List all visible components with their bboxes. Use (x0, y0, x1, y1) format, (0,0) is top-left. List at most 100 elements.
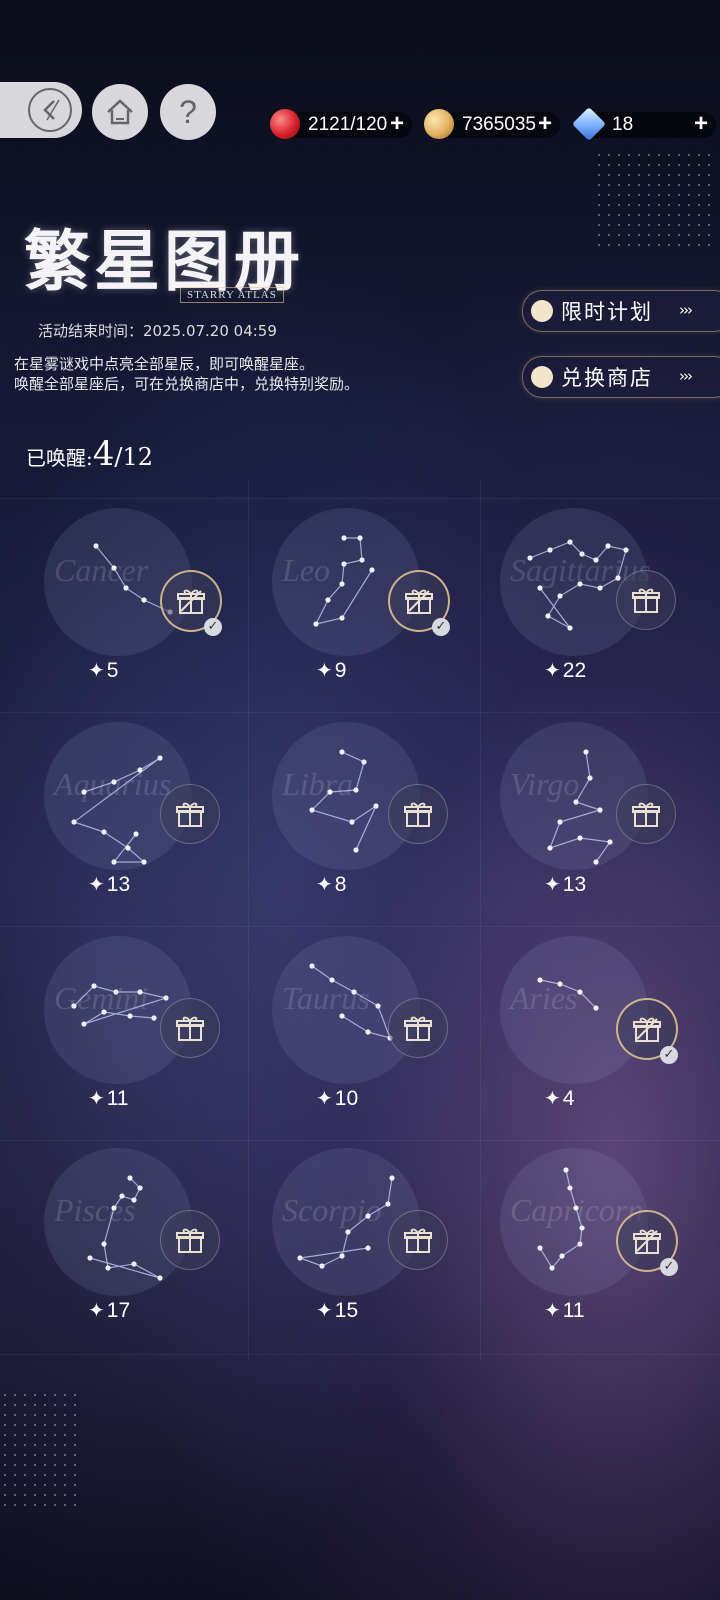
gem-value: 18 (612, 114, 634, 135)
star-point (137, 767, 143, 773)
star-point (339, 1253, 345, 1259)
star-point (341, 535, 347, 541)
star-point (113, 989, 119, 995)
constellation-card-sagittarius[interactable]: Sagittarius ✦22 (500, 508, 680, 708)
star-point (353, 847, 359, 853)
star-point (141, 597, 147, 603)
star-count: ✦11 (544, 1298, 585, 1323)
star-point (577, 1241, 583, 1247)
star-point (365, 1213, 371, 1219)
gift-icon (633, 1229, 661, 1254)
back-button[interactable] (0, 82, 82, 138)
constellation-card-capricorn[interactable]: Capricorn✓✦11 (500, 1148, 680, 1348)
star-point (345, 1229, 351, 1235)
gift-reward-button[interactable] (388, 998, 448, 1058)
constellation-card-aquarius[interactable]: Aquarius ✦13 (44, 722, 224, 922)
constellation-card-gemini[interactable]: Gemini ✦11 (44, 936, 224, 1136)
constellation-card-aries[interactable]: Aries ✓ ✦4 (500, 936, 680, 1136)
constellation-card-cancer[interactable]: Cancer ✓ ✦5 (44, 508, 224, 708)
star-point (557, 981, 563, 987)
star-point (365, 1029, 371, 1035)
awakened-current: 4 (92, 434, 115, 474)
claimed-check-icon: ✓ (660, 1046, 678, 1064)
constellation-card-taurus[interactable]: Taurus ✦10 (272, 936, 452, 1136)
constellation-card-pisces[interactable]: Pisces ✦17 (44, 1148, 224, 1348)
star-point (93, 543, 99, 549)
star-count-value: 9 (334, 659, 347, 682)
star-point (125, 845, 131, 851)
star-point (563, 1167, 569, 1173)
add-energy-button[interactable]: + (390, 111, 404, 137)
awakened-progress: 已唤醒:4/12 (26, 434, 153, 474)
star-point (127, 1175, 133, 1181)
shop-icon (531, 366, 553, 388)
star-point (361, 759, 367, 765)
add-coins-button[interactable]: + (538, 111, 552, 137)
gift-reward-button[interactable] (160, 784, 220, 844)
help-button[interactable]: ? (160, 84, 216, 140)
chevrons-icon: ››› (679, 301, 693, 319)
sparkle-icon: ✦ (88, 1300, 105, 1322)
star-count-value: 8 (334, 873, 347, 896)
exchange-shop-button[interactable]: 兑换商店 ››› (522, 356, 720, 398)
star-point (111, 1205, 117, 1211)
star-count: ✦10 (316, 1086, 358, 1111)
gift-icon (176, 802, 204, 827)
star-point (353, 787, 359, 793)
star-count: ✦13 (544, 872, 586, 897)
star-point (567, 1185, 573, 1191)
star-point (373, 803, 379, 809)
constellation-card-scorpio[interactable]: Scorpio ✦15 (272, 1148, 452, 1348)
constellation-card-leo[interactable]: Leo ✓ ✦9 (272, 508, 452, 708)
star-count: ✦13 (88, 872, 130, 897)
constellation-card-virgo[interactable]: Virgo ✦13 (500, 722, 680, 922)
gift-reward-button[interactable] (160, 1210, 220, 1270)
star-count-value: 17 (106, 1299, 131, 1322)
gift-reward-button[interactable] (616, 570, 676, 630)
gift-reward-button[interactable] (388, 1210, 448, 1270)
sparkle-icon: ✦ (544, 660, 561, 682)
gift-reward-button[interactable] (616, 784, 676, 844)
add-gems-button[interactable]: + (694, 111, 708, 137)
star-point (557, 593, 563, 599)
star-point (87, 1255, 93, 1261)
star-point (319, 1263, 325, 1269)
gift-reward-button[interactable] (388, 784, 448, 844)
limited-plan-button[interactable]: 限时计划 ››› (522, 290, 720, 332)
star-point (341, 561, 347, 567)
gift-reward-button[interactable] (160, 998, 220, 1058)
star-point (163, 995, 169, 1001)
star-point (597, 585, 603, 591)
star-point (297, 1255, 303, 1261)
coin-value: 7365035 (462, 114, 536, 135)
sparkle-icon: ✦ (88, 874, 105, 896)
star-point (157, 1275, 163, 1281)
star-point (131, 1261, 137, 1267)
coin-counter: 7365035 + (424, 109, 560, 139)
star-point (339, 581, 345, 587)
page-subtitle: STARRY ATLAS (180, 287, 284, 303)
sparkle-icon: ✦ (88, 1088, 105, 1110)
constellation-card-libra[interactable]: Libra ✦8 (272, 722, 452, 922)
gift-icon (404, 1016, 432, 1041)
star-point (349, 819, 355, 825)
star-point (137, 1185, 143, 1191)
star-point (351, 989, 357, 995)
limited-plan-label: 限时计划 (561, 300, 653, 324)
star-count: ✦15 (316, 1298, 358, 1323)
star-point (357, 535, 363, 541)
star-count: ✦8 (316, 872, 346, 897)
star-point (309, 963, 315, 969)
sparkle-icon: ✦ (544, 874, 561, 896)
gem-counter: 18 + (572, 107, 716, 141)
star-point (359, 557, 365, 563)
sparkle-icon: ✦ (88, 660, 105, 682)
sparkle-icon: ✦ (316, 660, 333, 682)
star-point (607, 839, 613, 845)
star-point (385, 1201, 391, 1207)
question-icon: ? (179, 94, 197, 130)
description-line: 在星雾谜戏中点亮全部星辰，即可唤醒星座。 (14, 355, 315, 373)
star-count-value: 10 (334, 1087, 359, 1110)
gift-icon (404, 802, 432, 827)
home-button[interactable] (92, 84, 148, 140)
